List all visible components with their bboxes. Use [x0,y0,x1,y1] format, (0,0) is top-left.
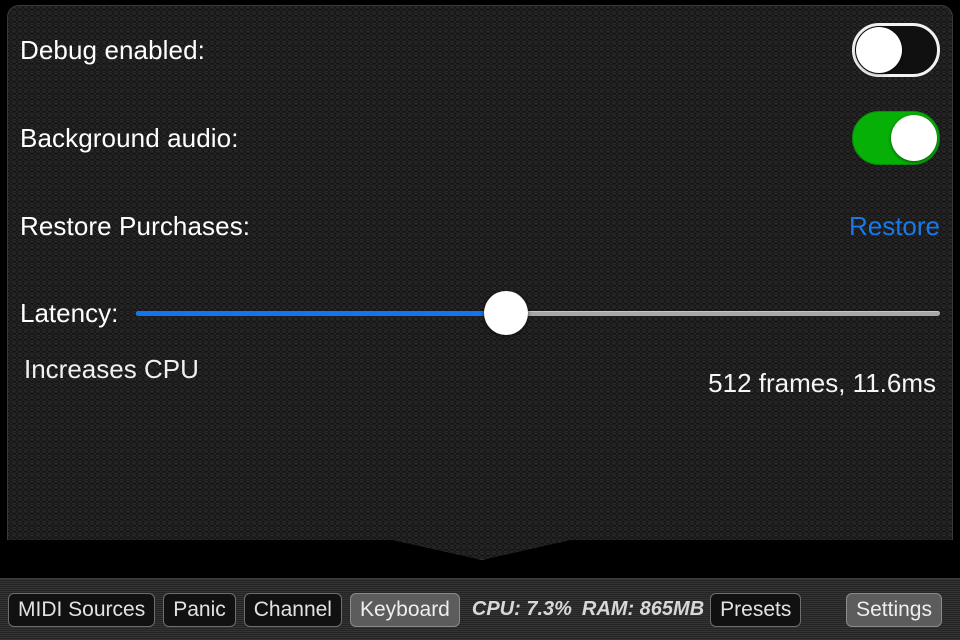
toggle-knob [856,27,902,73]
restore-purchases-button[interactable]: Restore [849,211,940,242]
setting-row-background-audio: Background audio: [20,111,940,165]
setting-row-latency: Latency: [20,288,940,338]
toggle-knob [891,115,937,161]
settings-popover-panel: Debug enabled: Background audio: Restore… [7,5,953,560]
channel-button[interactable]: Channel [243,592,342,627]
keyboard-button[interactable]: Keyboard [349,592,460,627]
latency-label: Latency: [20,297,119,328]
presets-button[interactable]: Presets [710,592,802,627]
setting-row-debug-enabled: Debug enabled: [20,23,940,77]
midi-sources-button[interactable]: MIDI Sources [8,592,156,627]
latency-readout: 512 frames, 11.6ms [708,368,936,398]
background-audio-toggle[interactable] [852,111,940,165]
latency-slider[interactable] [136,291,940,335]
cpu-stat: CPU: 7.3% [471,598,572,620]
settings-button[interactable]: Settings [846,592,942,627]
slider-knob[interactable] [484,291,528,335]
ram-stat: RAM: 865MB [581,598,705,620]
debug-enabled-label: Debug enabled: [20,35,205,65]
setting-row-restore-purchases: Restore Purchases: Restore [20,200,940,252]
restore-purchases-label: Restore Purchases: [20,211,251,241]
panic-button[interactable]: Panic [163,592,236,627]
bottom-toolbar: MIDI Sources Panic Channel Keyboard CPU:… [0,578,960,640]
slider-fill [136,310,506,316]
latency-hint-text: Increases CPU [24,354,199,384]
debug-enabled-toggle[interactable] [852,23,940,77]
app-screen: Debug enabled: Background audio: Restore… [0,0,960,640]
background-audio-label: Background audio: [20,123,239,153]
